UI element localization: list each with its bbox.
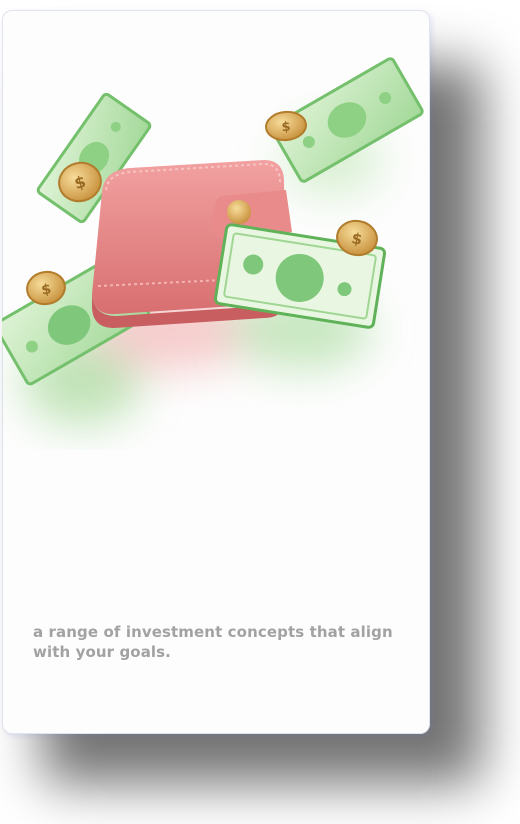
onboarding-description: a range of investment concepts that alig… <box>33 623 393 661</box>
svg-text:$: $ <box>281 120 291 136</box>
screen: $ $ $ $ a range of investment concepts t… <box>0 0 520 824</box>
wallet-with-money-icon: $ $ $ $ <box>2 57 424 425</box>
onboarding-card: $ $ $ $ a range of investment concepts t… <box>2 10 430 734</box>
